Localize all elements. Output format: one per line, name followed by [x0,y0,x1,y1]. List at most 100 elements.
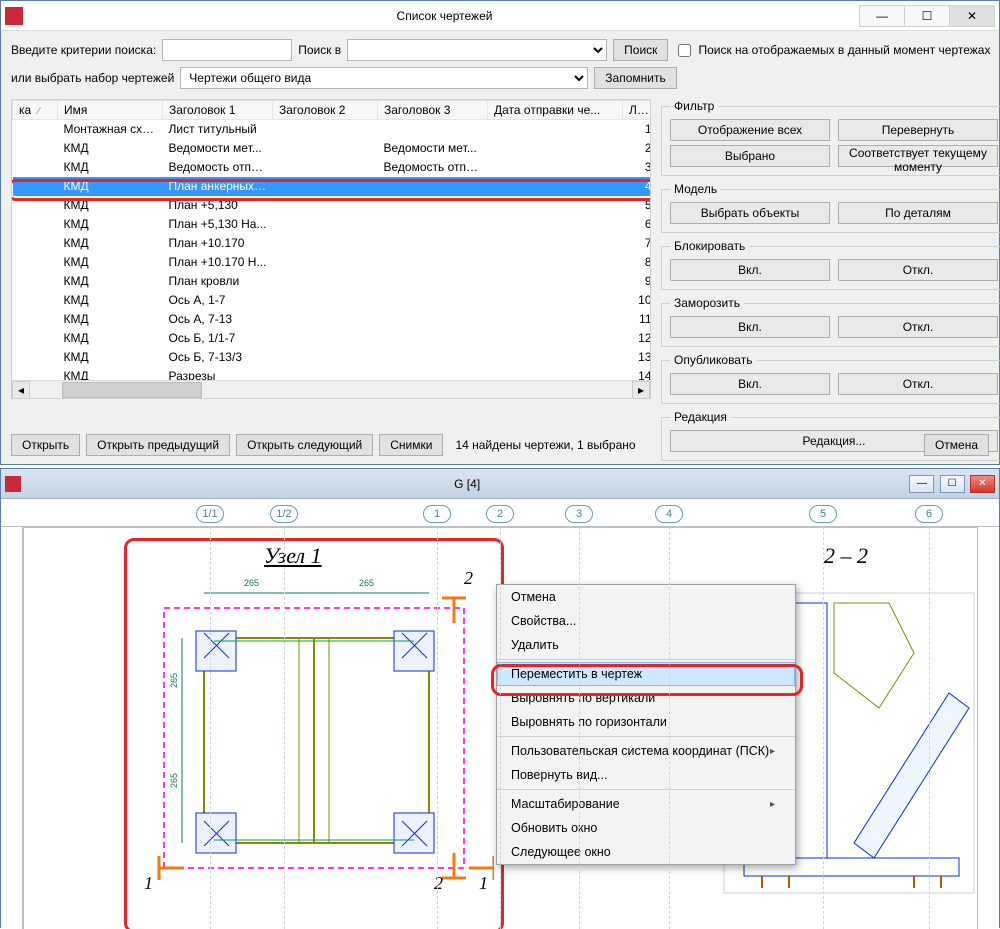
table-row[interactable]: КМДОсь А, 1-710 [13,291,652,310]
col-ka[interactable]: ка ∕ [13,101,58,120]
view-titlebar: G [4] — ☐ ✕ [1,469,999,499]
drawing-canvas[interactable]: 1/11/2123456 Узел 1 [1,499,999,929]
menu-rotate-view[interactable]: Повернуть вид... [497,763,795,787]
remember-button[interactable]: Запомнить [594,67,676,89]
table-row[interactable]: КМДПлан +5,130 На...6 [13,215,652,234]
search-in-select[interactable] [347,39,607,61]
menu-properties[interactable]: Свойства... [497,609,795,633]
grid-line [284,527,285,929]
open-prev-button[interactable]: Открыть предыдущий [86,434,230,456]
section-mark-2b: 2 [434,873,443,894]
table-header-row[interactable]: ка ∕ Имя Заголовок 1 Заголовок 2 Заголов… [13,101,652,120]
menu-align-vertical[interactable]: Выровнять по вертикали [497,686,795,710]
app-icon [5,476,21,492]
menu-align-horizontal[interactable]: Выровнять по горизонтали [497,710,795,734]
col-z2[interactable]: Заголовок 2 [273,101,378,120]
open-next-button[interactable]: Открыть следующий [236,434,373,456]
scroll-right-button[interactable]: ▸ [632,381,650,399]
section-mark-2: 2 [464,568,473,589]
snapshots-button[interactable]: Снимки [379,434,443,456]
publish-on-button[interactable]: Вкл. [670,373,830,395]
search-button[interactable]: Поиск [613,39,668,61]
table-row[interactable]: КМДОсь Б, 7-13/313 [13,348,652,367]
table-row[interactable]: КМДВедомости мет...Ведомости мет...2 [13,139,652,158]
select-objects-button[interactable]: Выбрать объекты [670,202,830,224]
drawing-view-window: G [4] — ☐ ✕ 1/11/2123456 Узел 1 [0,468,1000,928]
search-input[interactable] [162,39,292,61]
lock-on-button[interactable]: Вкл. [670,259,830,281]
menu-refresh-window[interactable]: Обновить окно [497,816,795,840]
col-z3[interactable]: Заголовок 3 [378,101,488,120]
by-parts-button[interactable]: По деталям [838,202,998,224]
minimize-button[interactable]: — [859,5,905,27]
section-mark-1b: 1 [479,873,488,894]
grid-line [669,527,670,929]
freeze-group: Заморозить Вкл. Откл. [661,296,1000,347]
open-button[interactable]: Открыть [11,434,80,456]
table-row[interactable]: КМДПлан кровли9 [13,272,652,291]
maximize-button[interactable]: ☐ [940,475,965,493]
view-uzel-1[interactable]: Узел 1 [134,543,494,929]
freeze-on-button[interactable]: Вкл. [670,316,830,338]
col-name[interactable]: Имя [58,101,163,120]
search-displayed-only-checkbox[interactable]: Поиск на отображаемых в данный момент че… [674,41,990,60]
separator [497,659,795,660]
dim-h2: 265 [359,578,374,588]
app-icon [5,7,23,25]
display-all-button[interactable]: Отображение всех [670,119,830,141]
table-row[interactable]: Монтажная схе...Лист титульный1 [13,120,652,139]
grid-bubble: 3 [565,505,593,523]
drawing-set-select[interactable]: Чертежи общего вида [180,67,588,89]
grid-line [500,527,501,929]
close-button[interactable]: ✕ [949,5,995,27]
col-date[interactable]: Дата отправки че... [488,101,623,120]
up-to-date-button[interactable]: Соответствует текущему моменту [838,145,998,167]
freeze-off-button[interactable]: Откл. [838,316,998,338]
col-list[interactable]: Лист ∕ [623,101,652,120]
dim-v2: 265 [169,773,179,788]
selected-button[interactable]: Выбрано [670,145,830,167]
menu-move-to-drawing[interactable]: Переместить в чертеж [497,662,795,686]
grid-bubble: 5 [809,505,837,523]
minimize-button[interactable]: — [909,475,934,493]
table-row[interactable]: КМДПлан +10.170 Н...8 [13,253,652,272]
separator [497,736,795,737]
titlebar: Список чертежей — ☐ ✕ [1,1,999,31]
table-row[interactable]: КМДОсь Б, 1/1-712 [13,329,652,348]
publish-off-button[interactable]: Откл. [838,373,998,395]
maximize-button[interactable]: ☐ [904,5,950,27]
menu-ucs[interactable]: Пользовательская система координат (ПСК)… [497,739,795,763]
status-text: 14 найдены чертежи, 1 выбрано [455,438,635,452]
view-context-menu[interactable]: Отмена Свойства... Удалить Переместить в… [496,584,796,865]
table-row[interactable]: КМДОсь А, 7-1311 [13,310,652,329]
table-row[interactable]: КМДПлан +10.1707 [13,234,652,253]
grid-bubble: 1/2 [270,505,298,523]
cancel-button[interactable]: Отмена [924,434,989,456]
invert-button[interactable]: Перевернуть [838,119,998,141]
drawing-table[interactable]: ка ∕ Имя Заголовок 1 Заголовок 2 Заголов… [11,99,651,399]
grid-bubble: 1 [423,505,451,523]
col-z1[interactable]: Заголовок 1 [163,101,273,120]
model-group: Модель Выбрать объекты По деталям [661,182,1000,233]
set-label: или выбрать набор чертежей [11,71,174,85]
hscrollbar[interactable]: ◂ ▸ [12,380,650,398]
window-title: Список чертежей [29,9,860,23]
table-row[interactable]: КМДПлан +5,1305 [13,196,652,215]
menu-delete[interactable]: Удалить [497,633,795,657]
table-row[interactable]: КМДПлан анкерных ...4 [13,177,652,196]
menu-scale[interactable]: Масштабирование▸ [497,792,795,816]
grid-bubble: 2 [486,505,514,523]
menu-cancel[interactable]: Отмена [497,585,795,609]
scroll-thumb[interactable] [62,382,202,398]
view-geometry [134,543,494,929]
grid-line [823,527,824,929]
table-row[interactable]: КМДВедомость отпр...Ведомость отпр...3 [13,158,652,177]
lock-off-button[interactable]: Откл. [838,259,998,281]
section-mark-1a: 1 [144,873,153,894]
search-label: Введите критерии поиска: [11,43,156,57]
checkbox-icon[interactable] [678,44,691,57]
bottom-bar: Открыть Открыть предыдущий Открыть следу… [11,434,989,456]
menu-next-window[interactable]: Следующее окно [497,840,795,864]
close-button[interactable]: ✕ [970,475,995,493]
scroll-left-button[interactable]: ◂ [12,381,30,399]
